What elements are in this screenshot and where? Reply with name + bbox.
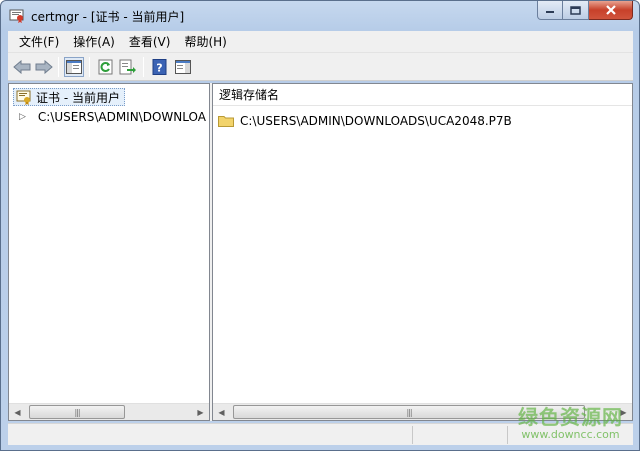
list-item-label: C:\USERS\ADMIN\DOWNLOADS\UCA2048.P7B: [240, 114, 512, 128]
menu-file[interactable]: 文件(F): [12, 31, 66, 53]
window-title: certmgr - [证书 - 当前用户]: [31, 10, 185, 24]
tree-root-label: 证书 - 当前用户: [36, 90, 120, 105]
menu-bar: 文件(F) 操作(A) 查看(V) 帮助(H): [8, 31, 633, 53]
toolbar-separator: [58, 57, 59, 77]
status-segment: [507, 426, 627, 444]
refresh-icon: [98, 59, 113, 75]
right-horizontal-scrollbar[interactable]: ◀ ||| ▶: [213, 403, 632, 420]
forward-button[interactable]: [34, 57, 54, 77]
content-area: 证书 - 当前用户 ▷ C:\USERS\ADMIN\DOWNLOADS\UCA…: [8, 83, 633, 421]
help-button[interactable]: ?: [150, 57, 170, 77]
close-icon: [605, 5, 616, 15]
svg-text:?: ?: [156, 62, 162, 75]
export-list-button[interactable]: [118, 57, 138, 77]
maximize-icon: [570, 5, 581, 15]
title-bar[interactable]: certmgr - [证书 - 当前用户]: [1, 1, 639, 31]
caption-buttons: [537, 1, 633, 21]
expand-arrow-icon[interactable]: ▷: [19, 112, 26, 122]
results-pane[interactable]: 逻辑存储名 C:\USERS\ADMIN\DOWNLOADS\UCA2048.P…: [212, 83, 633, 421]
folder-icon: [218, 116, 234, 127]
column-header-logical-store[interactable]: 逻辑存储名: [213, 84, 632, 106]
show-action-pane-icon: [175, 60, 191, 74]
column-header-label: 逻辑存储名: [219, 88, 280, 102]
status-segment: [412, 426, 507, 444]
show-hide-tree-button[interactable]: [64, 57, 84, 77]
tree-child-label: C:\USERS\ADMIN\DOWNLOADS\UCA2048.P7B: [37, 110, 207, 124]
close-button[interactable]: [589, 1, 633, 20]
minimize-icon: [546, 11, 554, 13]
status-bar: [8, 423, 633, 445]
app-window: certmgr - [证书 - 当前用户] 文件(F) 操作(A) 查看(V) …: [0, 0, 640, 451]
maximize-button[interactable]: [563, 1, 589, 20]
show-hide-console-tree-icon: [66, 60, 82, 74]
scrollbar-grip-icon: |||: [406, 407, 412, 417]
left-horizontal-scrollbar[interactable]: ◀ ||| ▶: [9, 403, 209, 420]
scroll-right-arrow-icon[interactable]: ▶: [615, 404, 632, 420]
menu-help[interactable]: 帮助(H): [177, 31, 233, 53]
forward-arrow-icon: [35, 60, 53, 74]
export-list-icon: [119, 59, 136, 75]
tree-child-node[interactable]: ▷ C:\USERS\ADMIN\DOWNLOADS\UCA2048.P7B: [19, 108, 207, 126]
scrollbar-thumb[interactable]: |||: [29, 405, 125, 419]
toolbar: ?: [8, 53, 633, 81]
back-button[interactable]: [12, 57, 32, 77]
menu-action[interactable]: 操作(A): [66, 31, 122, 53]
back-arrow-icon: [13, 60, 31, 74]
menu-view[interactable]: 查看(V): [122, 31, 178, 53]
list-item[interactable]: C:\USERS\ADMIN\DOWNLOADS\UCA2048.P7B: [218, 112, 512, 130]
refresh-button[interactable]: [96, 57, 116, 77]
minimize-button[interactable]: [537, 1, 563, 20]
tree-root-node[interactable]: 证书 - 当前用户: [13, 88, 125, 106]
certificate-store-icon: [16, 90, 31, 105]
show-action-pane-button[interactable]: [173, 57, 193, 77]
scroll-left-arrow-icon[interactable]: ◀: [213, 404, 230, 420]
scroll-left-arrow-icon[interactable]: ◀: [9, 404, 26, 420]
toolbar-separator: [89, 57, 90, 77]
certificate-app-icon[interactable]: [9, 7, 25, 23]
console-tree-pane[interactable]: 证书 - 当前用户 ▷ C:\USERS\ADMIN\DOWNLOADS\UCA…: [8, 83, 210, 421]
scrollbar-grip-icon: |||: [74, 407, 80, 417]
help-icon: ?: [152, 59, 167, 75]
scroll-right-arrow-icon[interactable]: ▶: [192, 404, 209, 420]
scrollbar-thumb[interactable]: |||: [233, 405, 585, 419]
toolbar-separator: [143, 57, 144, 77]
